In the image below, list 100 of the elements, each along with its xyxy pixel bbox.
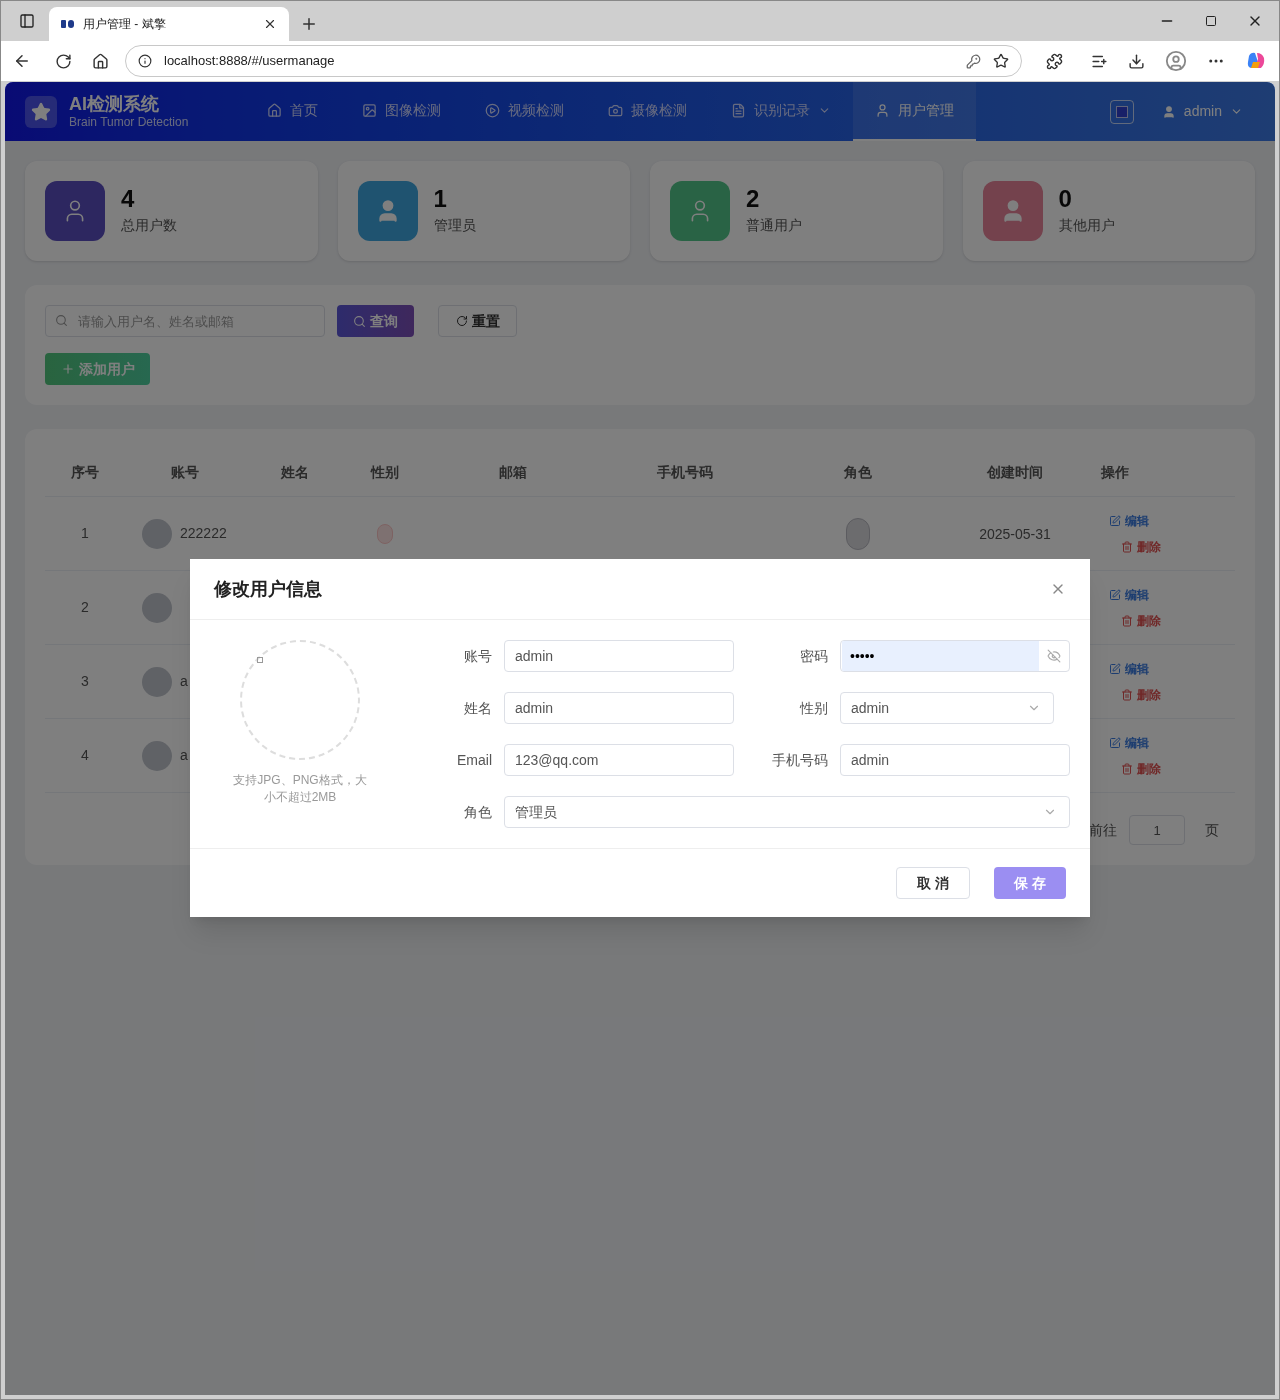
page-suffix: 页 (1205, 820, 1219, 840)
broken-image-icon (257, 657, 263, 663)
new-tab-icon[interactable] (300, 15, 318, 33)
field-label: 手机号码 (771, 750, 828, 770)
field-label: Email (456, 750, 492, 770)
table-cell-text: 1 (80, 524, 90, 543)
column-header: 邮箱 (497, 463, 528, 482)
edit-link[interactable]: 编辑 (1109, 511, 1235, 530)
field-label: 角色 (463, 802, 492, 822)
play-icon (485, 103, 500, 118)
reload-icon[interactable] (55, 52, 72, 70)
app-title: AI检测系统 (69, 92, 160, 116)
stat-label: 管理员 (433, 215, 476, 235)
column-header: 手机号码 (656, 463, 714, 482)
edit-icon (1109, 588, 1121, 601)
table-cell: 2025-05-31 (979, 525, 1051, 542)
column-header: 序号 (70, 463, 100, 482)
user-icon (1161, 104, 1176, 119)
trash-icon (1121, 688, 1133, 701)
goto-label: 前往 (1089, 820, 1117, 840)
close-icon[interactable] (263, 17, 277, 31)
trash-icon (1121, 540, 1133, 553)
fullscreen-button[interactable] (1109, 99, 1134, 124)
maximize-icon[interactable] (1205, 15, 1217, 27)
favicon-icon (61, 19, 75, 29)
nav-item[interactable]: 摄像检测 (586, 82, 709, 141)
browser-tab[interactable]: 用户管理 - 斌擎 (49, 7, 289, 41)
field-label: 账号 (463, 646, 492, 666)
edit-icon (1109, 514, 1121, 527)
search-icon (353, 314, 366, 328)
select-field[interactable]: admin (840, 692, 1054, 724)
star-icon[interactable] (993, 53, 1009, 69)
nav-item[interactable]: 首页 (245, 82, 340, 141)
image-icon (362, 103, 377, 118)
column-header: 角色 (842, 463, 873, 482)
input-field[interactable]: admin (840, 744, 1070, 776)
edit-icon (1109, 736, 1121, 749)
table-cell-text: 3 (80, 672, 90, 691)
column-header: 账号 (170, 463, 200, 482)
tab-title: 用户管理 - 斌擎 (83, 16, 167, 33)
table-cell-text: 2 (80, 598, 90, 617)
password-field[interactable]: ••••• (840, 640, 1070, 672)
back-icon[interactable] (13, 52, 31, 70)
column-header: 操作 (1100, 463, 1130, 482)
table-cell-text: a (180, 746, 188, 765)
input-field[interactable]: admin (504, 692, 734, 724)
avatar (142, 592, 172, 623)
add-user-button[interactable]: 添加用户 (45, 353, 150, 385)
nav-item[interactable]: 图像检测 (340, 82, 463, 141)
stat-value: 4 (121, 186, 136, 211)
stat-value: 0 (1058, 186, 1073, 211)
stat-value: 2 (746, 186, 761, 211)
extensions-icon[interactable] (1046, 52, 1063, 70)
home-icon[interactable] (92, 52, 109, 70)
dialog-title: 修改用户信息 (214, 577, 323, 601)
avatar (142, 518, 172, 549)
key-icon[interactable] (966, 53, 981, 69)
stat-label: 普通用户 (746, 215, 802, 235)
edit-link[interactable]: 编辑 (1109, 659, 1235, 678)
avatar (142, 666, 172, 697)
table-cell-text: a (180, 672, 188, 691)
input-field[interactable]: 123@qq.com (504, 744, 734, 776)
camera-icon (608, 103, 623, 118)
profile-icon[interactable] (1165, 50, 1187, 72)
cancel-button[interactable]: 取 消 (896, 867, 970, 899)
delete-link[interactable]: 删除 (1121, 611, 1235, 630)
page-input[interactable]: 1 (1129, 815, 1185, 845)
user-menu[interactable]: admin (1161, 101, 1243, 122)
avatar (142, 740, 172, 771)
save-button[interactable]: 保 存 (994, 867, 1066, 899)
search-icon (55, 314, 68, 327)
plus-icon (60, 362, 75, 376)
user-icon (875, 103, 890, 118)
delete-link[interactable]: 删除 (1121, 685, 1235, 704)
tab-actions-icon[interactable] (19, 13, 35, 29)
table-cell-text: 222222 (180, 524, 227, 543)
select-field[interactable]: 管理员 (504, 796, 1070, 828)
query-button[interactable]: 查询 (337, 305, 414, 337)
edit-link[interactable]: 编辑 (1109, 733, 1235, 752)
stat-label: 总用户数 (121, 215, 177, 235)
trash-icon (1121, 762, 1133, 775)
role-tag (845, 517, 870, 550)
info-icon (138, 54, 152, 68)
column-header: 姓名 (280, 463, 310, 482)
gender-tag (377, 523, 393, 544)
delete-link[interactable]: 删除 (1121, 759, 1235, 778)
house-icon (267, 103, 282, 118)
app-subtitle: Brain Tumor Detection (69, 115, 189, 131)
stat-label: 其他用户 (1058, 215, 1115, 235)
download-icon[interactable] (1128, 52, 1145, 70)
column-header: 性别 (369, 463, 400, 482)
edit-link[interactable]: 编辑 (1109, 585, 1235, 604)
column-header: 创建时间 (986, 463, 1044, 482)
nav-item[interactable]: 识别记录 (709, 82, 853, 141)
reset-button[interactable]: 重置 (438, 305, 517, 337)
avatar-hint: 支持JPG、PNG格式，大小不超过2MB (232, 772, 368, 806)
input-field[interactable]: admin (504, 640, 734, 672)
delete-link[interactable]: 删除 (1121, 537, 1235, 556)
nav-item[interactable]: 视频检测 (463, 82, 586, 141)
edit-icon (1109, 662, 1121, 675)
